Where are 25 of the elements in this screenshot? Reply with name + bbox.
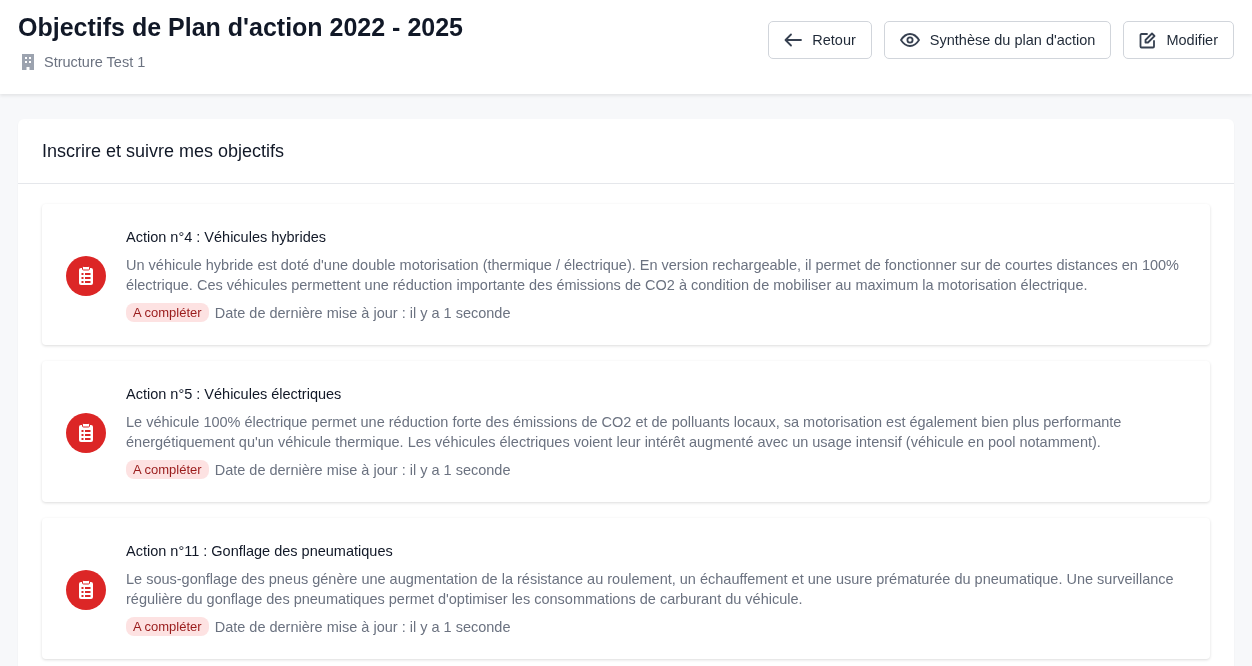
action-title: Action n°4 : Véhicules hybrides bbox=[126, 229, 328, 245]
structure-name: Structure Test 1 bbox=[44, 54, 146, 70]
action-title: Action n°5 : Véhicules électriques bbox=[126, 386, 343, 402]
panel-title: Inscrire et suivre mes objectifs bbox=[42, 140, 285, 162]
page-title: Objectifs de Plan d'action 2022 - 2025 bbox=[18, 13, 463, 42]
eye-icon bbox=[899, 33, 920, 47]
edit-icon bbox=[1139, 31, 1157, 49]
clipboard-icon bbox=[66, 255, 106, 296]
arrow-left-icon bbox=[784, 33, 803, 47]
last-update-text: Date de dernière mise à jour : il y a 1 seconde bbox=[214, 618, 511, 635]
status-badge: A compléter bbox=[126, 303, 209, 322]
clipboard-icon bbox=[66, 569, 106, 610]
summary-button[interactable]: Synthèse du plan d'action bbox=[883, 21, 1112, 59]
last-update-text: Date de dernière mise à jour : il y a 1 seconde bbox=[214, 304, 511, 321]
status-badge: A compléter bbox=[126, 460, 209, 479]
clipboard-icon bbox=[66, 412, 106, 453]
action-description: Un véhicule hybride est doté d'une double motorisation (thermique / électrique). En version rechargeable, il permet de fonctionner sur de courtes distances en 100% électrique. Ces véhicules permettent une réduction importante des émissions de CO2 à condition de mobiliser au maximum la motorisation électrique. bbox=[126, 256, 1180, 295]
action-description: Le véhicule 100% électrique permet une réduction forte des émissions de CO2 et de polluants locaux, sa motorisation est également bien plus performante énergétiquement qu'un véhicule thermique. Les véhicules électriques voient leur intérêt augmenté avec un usage intensif (véhicule en pool notamment). bbox=[126, 413, 1123, 452]
building-icon bbox=[21, 54, 35, 70]
back-button[interactable]: Retour bbox=[768, 21, 872, 59]
action-title: Action n°11 : Gonflage des pneumatiques bbox=[126, 543, 394, 559]
status-badge: A compléter bbox=[126, 617, 209, 636]
last-update-text: Date de dernière mise à jour : il y a 1 seconde bbox=[214, 461, 511, 478]
action-description: Le sous-gonflage des pneus génère une augmentation de la résistance au roulement, un échauffement et une usure prématurée du pneumatique. Une surveillance régulière du gonflage des pneumatiques permet d'optimiser les consommations de carburant du véhicule. bbox=[126, 570, 1175, 609]
edit-button[interactable]: Modifier bbox=[1123, 21, 1234, 59]
